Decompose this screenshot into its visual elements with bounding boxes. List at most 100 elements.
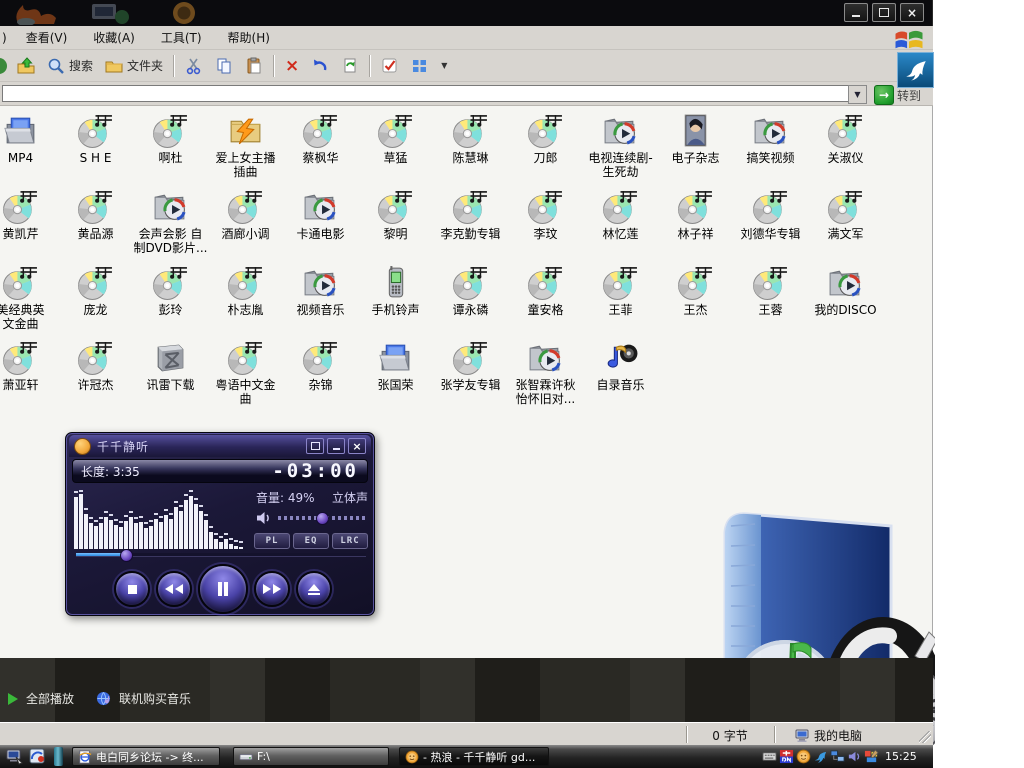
file-item[interactable]: 林忆莲 — [583, 188, 658, 255]
file-item[interactable]: 讯雷下载 — [133, 339, 208, 406]
folder-file-icon[interactable] — [377, 339, 414, 376]
file-item[interactable]: 粤语中文金 曲 — [208, 339, 283, 406]
go-button[interactable]: → — [874, 85, 894, 105]
phone-file-icon[interactable] — [377, 264, 414, 301]
address-input[interactable] — [2, 85, 848, 102]
zip-file-icon[interactable] — [227, 112, 264, 149]
address-dropdown-button[interactable]: ▼ — [848, 85, 867, 104]
cd-file-icon[interactable] — [152, 264, 189, 301]
cd-file-icon[interactable] — [527, 112, 564, 149]
file-item[interactable]: 自录音乐 — [583, 339, 658, 406]
menu-favorites[interactable]: 收藏(A) — [80, 29, 148, 46]
photo-file-icon[interactable] — [677, 112, 714, 149]
refresh-button[interactable] — [335, 53, 365, 79]
eject-button[interactable] — [296, 571, 332, 607]
file-item[interactable]: 啊杜 — [133, 112, 208, 179]
file-item[interactable]: 爱上女主播 插曲 — [208, 112, 283, 179]
cd-file-icon[interactable] — [302, 339, 339, 376]
file-item[interactable]: 刀郎 — [508, 112, 583, 179]
cd-file-icon[interactable] — [452, 188, 489, 225]
file-item[interactable]: 张国荣 — [358, 339, 433, 406]
cd-file-icon[interactable] — [377, 112, 414, 149]
video-file-icon[interactable] — [527, 339, 564, 376]
volume-icon[interactable] — [847, 749, 862, 764]
pause-button[interactable] — [198, 564, 248, 614]
search-button[interactable]: 搜索 — [41, 53, 99, 79]
taskbar-task-button[interactable]: F:\ — [233, 747, 389, 766]
window-restore-button[interactable] — [872, 3, 896, 22]
cd-file-icon[interactable] — [77, 112, 114, 149]
keyboard-icon[interactable] — [762, 749, 777, 764]
file-item[interactable]: 黎明 — [358, 188, 433, 255]
quicklaunch-browser-icon[interactable] — [29, 748, 46, 765]
file-item[interactable]: MP4 — [0, 112, 58, 179]
cd-file-icon[interactable] — [302, 112, 339, 149]
network-icon[interactable] — [830, 749, 845, 764]
cd-file-icon[interactable] — [752, 188, 789, 225]
file-item[interactable]: 黄品源 — [58, 188, 133, 255]
cd-file-icon[interactable] — [527, 264, 564, 301]
player-minimize-button[interactable] — [327, 438, 345, 454]
file-item[interactable]: 满文军 — [808, 188, 883, 255]
file-item[interactable]: 我的DISCO — [808, 264, 883, 331]
file-item[interactable]: 刘德华专辑 — [733, 188, 808, 255]
quicklaunch-desktop-icon[interactable] — [6, 748, 23, 765]
file-item[interactable]: 陈慧琳 — [433, 112, 508, 179]
go-label[interactable]: 转到 — [897, 87, 921, 104]
volume-slider[interactable] — [278, 516, 366, 520]
file-item[interactable]: 会声会影 自 制DVD影片... — [133, 188, 208, 255]
file-item[interactable]: 张学友专辑 — [433, 339, 508, 406]
video-file-icon[interactable] — [302, 264, 339, 301]
cd-file-icon[interactable] — [2, 339, 39, 376]
cd-file-icon[interactable] — [527, 188, 564, 225]
file-item[interactable]: 李玟 — [508, 188, 583, 255]
file-item[interactable]: 庞龙 — [58, 264, 133, 331]
file-item[interactable]: 卡通电影 — [283, 188, 358, 255]
next-button[interactable] — [254, 571, 290, 607]
speaker-icon[interactable] — [256, 511, 272, 525]
cd-file-icon[interactable] — [602, 188, 639, 225]
cd-file-icon[interactable] — [602, 264, 639, 301]
file-item[interactable]: 电视连续剧- 生死劫 — [583, 112, 658, 179]
file-item[interactable]: 彭玲 — [133, 264, 208, 331]
cd-file-icon[interactable] — [827, 112, 864, 149]
player-maximize-button[interactable] — [306, 438, 324, 454]
file-item[interactable]: 许冠杰 — [58, 339, 133, 406]
file-item[interactable]: 搞笑视频 — [733, 112, 808, 179]
file-item[interactable]: 酒廊小调 — [208, 188, 283, 255]
progress-slider[interactable] — [76, 553, 366, 557]
file-item[interactable]: 林子祥 — [658, 188, 733, 255]
player-close-button[interactable]: × — [348, 438, 366, 454]
cd-file-icon[interactable] — [227, 188, 264, 225]
file-item[interactable]: 蔡枫华 — [283, 112, 358, 179]
video-file-icon[interactable] — [827, 264, 864, 301]
file-item[interactable]: 视频音乐 — [283, 264, 358, 331]
window-minimize-button[interactable] — [844, 3, 868, 22]
copy-button[interactable] — [209, 53, 239, 79]
cd-file-icon[interactable] — [77, 188, 114, 225]
file-item[interactable]: 王菲 — [583, 264, 658, 331]
video-file-icon[interactable] — [602, 112, 639, 149]
paste-button[interactable] — [239, 53, 269, 79]
cd-file-icon[interactable] — [227, 339, 264, 376]
video-file-icon[interactable] — [752, 112, 789, 149]
folder-file-icon[interactable] — [2, 112, 39, 149]
file-item[interactable]: 童安格 — [508, 264, 583, 331]
cd-file-icon[interactable] — [152, 112, 189, 149]
note-file-icon[interactable] — [602, 339, 639, 376]
delete-button[interactable]: × — [279, 53, 305, 79]
folders-button[interactable]: 文件夹 — [99, 53, 169, 79]
cd-file-icon[interactable] — [2, 188, 39, 225]
file-item[interactable]: 朴志胤 — [208, 264, 283, 331]
menu-tools[interactable]: 工具(T) — [148, 29, 215, 46]
video-file-icon[interactable] — [152, 188, 189, 225]
file-item[interactable]: 美经典英 文金曲 — [0, 264, 58, 331]
file-item[interactable]: 萧亚轩 — [0, 339, 58, 406]
menu-help[interactable]: 帮助(H) — [215, 29, 283, 46]
file-item[interactable]: 杂锦 — [283, 339, 358, 406]
ime-cn-icon[interactable] — [779, 749, 794, 764]
swallow-icon[interactable] — [813, 749, 828, 764]
file-item[interactable]: 王蓉 — [733, 264, 808, 331]
cut-button[interactable] — [179, 53, 209, 79]
stop-button[interactable] — [114, 571, 150, 607]
